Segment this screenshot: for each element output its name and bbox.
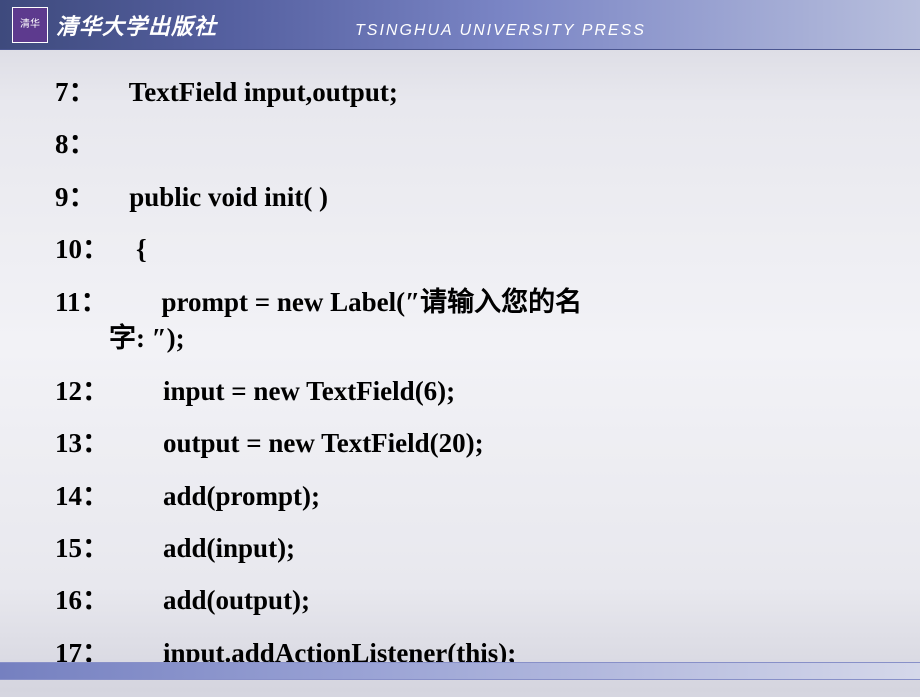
line-number: 10： [55,234,109,264]
line-text: public void init( ) [96,182,329,212]
line-text: add(output); [109,585,310,615]
code-line: 14： add(prompt); [55,478,865,514]
line-text: { [109,234,147,264]
code-line: 12： input = new TextField(6); [55,373,865,409]
line-text: output = new TextField(20); [109,428,484,458]
line-text: TextField input,output; [96,77,398,107]
line-number: 15： [55,533,109,563]
code-line: 8： [55,126,865,162]
code-line: 11： prompt = new Label(″请输入您的名 字: ″); [55,284,865,357]
line-number: 13： [55,428,109,458]
code-line: 15： add(input); [55,530,865,566]
code-line: 13： output = new TextField(20); [55,425,865,461]
code-line: 7： TextField input,output; [55,74,865,110]
line-number: 16： [55,585,109,615]
line-number: 7： [55,77,96,107]
code-line: 16： add(output); [55,582,865,618]
line-text: prompt = new Label(″请输入您的名 [108,287,583,317]
publisher-title-cn: 清华大学出版社 [56,9,217,41]
line-text: add(prompt); [109,481,320,511]
line-number: 14： [55,481,109,511]
line-number: 8： [55,129,96,159]
logo-icon: 清华 [12,7,48,43]
line-number: 11： [55,287,108,317]
code-line: 10： { [55,231,865,267]
line-text: add(input); [109,533,295,563]
publisher-title-en: TSINGHUA UNIVERSITY PRESS [355,22,646,40]
code-block: 7： TextField input,output; 8： 9： public … [0,50,920,697]
code-line: 9： public void init( ) [55,179,865,215]
line-text: input = new TextField(6); [109,376,455,406]
line-text-cont: 字: ″); [55,320,865,356]
footer-bar [0,662,920,680]
line-number: 9： [55,182,96,212]
logo-area: 清华 清华大学出版社 [0,7,217,43]
line-number: 12： [55,376,109,406]
header-bar: 清华 清华大学出版社 TSINGHUA UNIVERSITY PRESS [0,0,920,50]
